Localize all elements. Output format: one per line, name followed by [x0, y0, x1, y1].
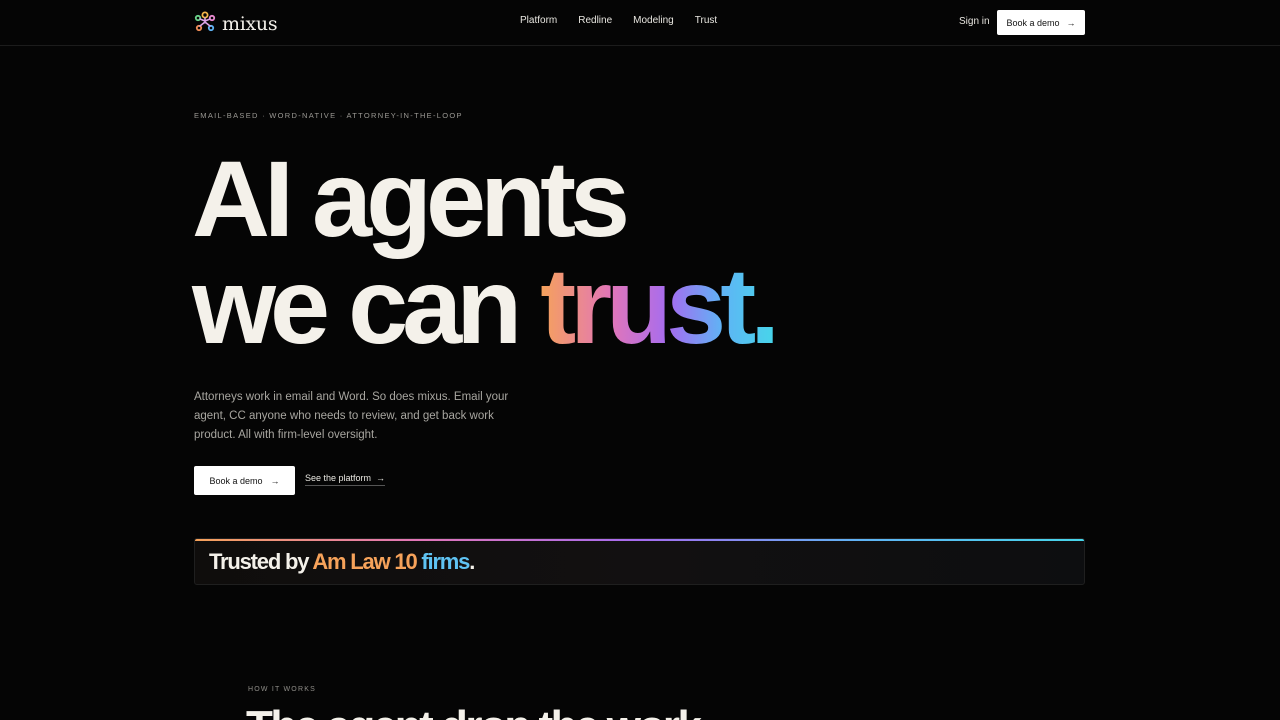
hero-headline-line1: AI agents — [192, 138, 630, 259]
how-it-works-title: The agent drop the work — [246, 702, 702, 720]
logo-text: mixus — [222, 12, 278, 35]
nav-link-trust[interactable]: Trust — [695, 15, 717, 26]
see-platform-label: See the platform — [305, 473, 372, 483]
trusted-by-text: Trusted by Am Law 10 firms. — [209, 549, 475, 575]
nav-link-modeling[interactable]: Modeling — [633, 15, 674, 26]
hero-eyebrow: EMAIL-BASED · WORD-NATIVE · ATTORNEY-IN-… — [194, 111, 463, 120]
trust-prefix: Trusted by — [209, 549, 313, 574]
hero-description: Attorneys work in email and Word. So doe… — [194, 391, 509, 441]
hero-headline-line2: we can trust. — [192, 252, 780, 360]
trust-highlight-firms: firms — [421, 549, 470, 574]
nav-link-platform[interactable]: Platform — [520, 15, 557, 26]
book-demo-button[interactable]: Book a demo → — [194, 466, 295, 495]
arrow-right-icon: → — [1066, 17, 1076, 28]
trusted-by-banner: Trusted by Am Law 10 firms. — [194, 538, 1085, 585]
nav-links: Platform Redline Modeling Trust — [520, 15, 738, 26]
trust-suffix: . — [469, 549, 475, 574]
book-demo-label: Book a demo — [1006, 17, 1060, 28]
sign-in-link[interactable]: Sign in — [959, 16, 990, 27]
headline-gradient-word: trust. — [540, 245, 780, 366]
book-demo-button-nav[interactable]: Book a demo → — [997, 10, 1085, 35]
logo[interactable]: mixus — [194, 10, 278, 37]
logo-icon — [194, 10, 216, 37]
arrow-right-icon: → — [270, 475, 280, 486]
top-nav: mixus Platform Redline Modeling Trust Si… — [0, 0, 1280, 46]
book-demo-label: Book a demo — [209, 475, 263, 486]
how-it-works-label: HOW IT WORKS — [248, 686, 316, 693]
arrow-right-icon: → — [376, 473, 386, 483]
headline-plain: we can — [192, 245, 541, 366]
see-platform-link[interactable]: See the platform → — [305, 473, 386, 486]
nav-link-redline[interactable]: Redline — [578, 15, 612, 26]
trust-highlight-amlaw: Am Law 10 — [312, 549, 417, 574]
